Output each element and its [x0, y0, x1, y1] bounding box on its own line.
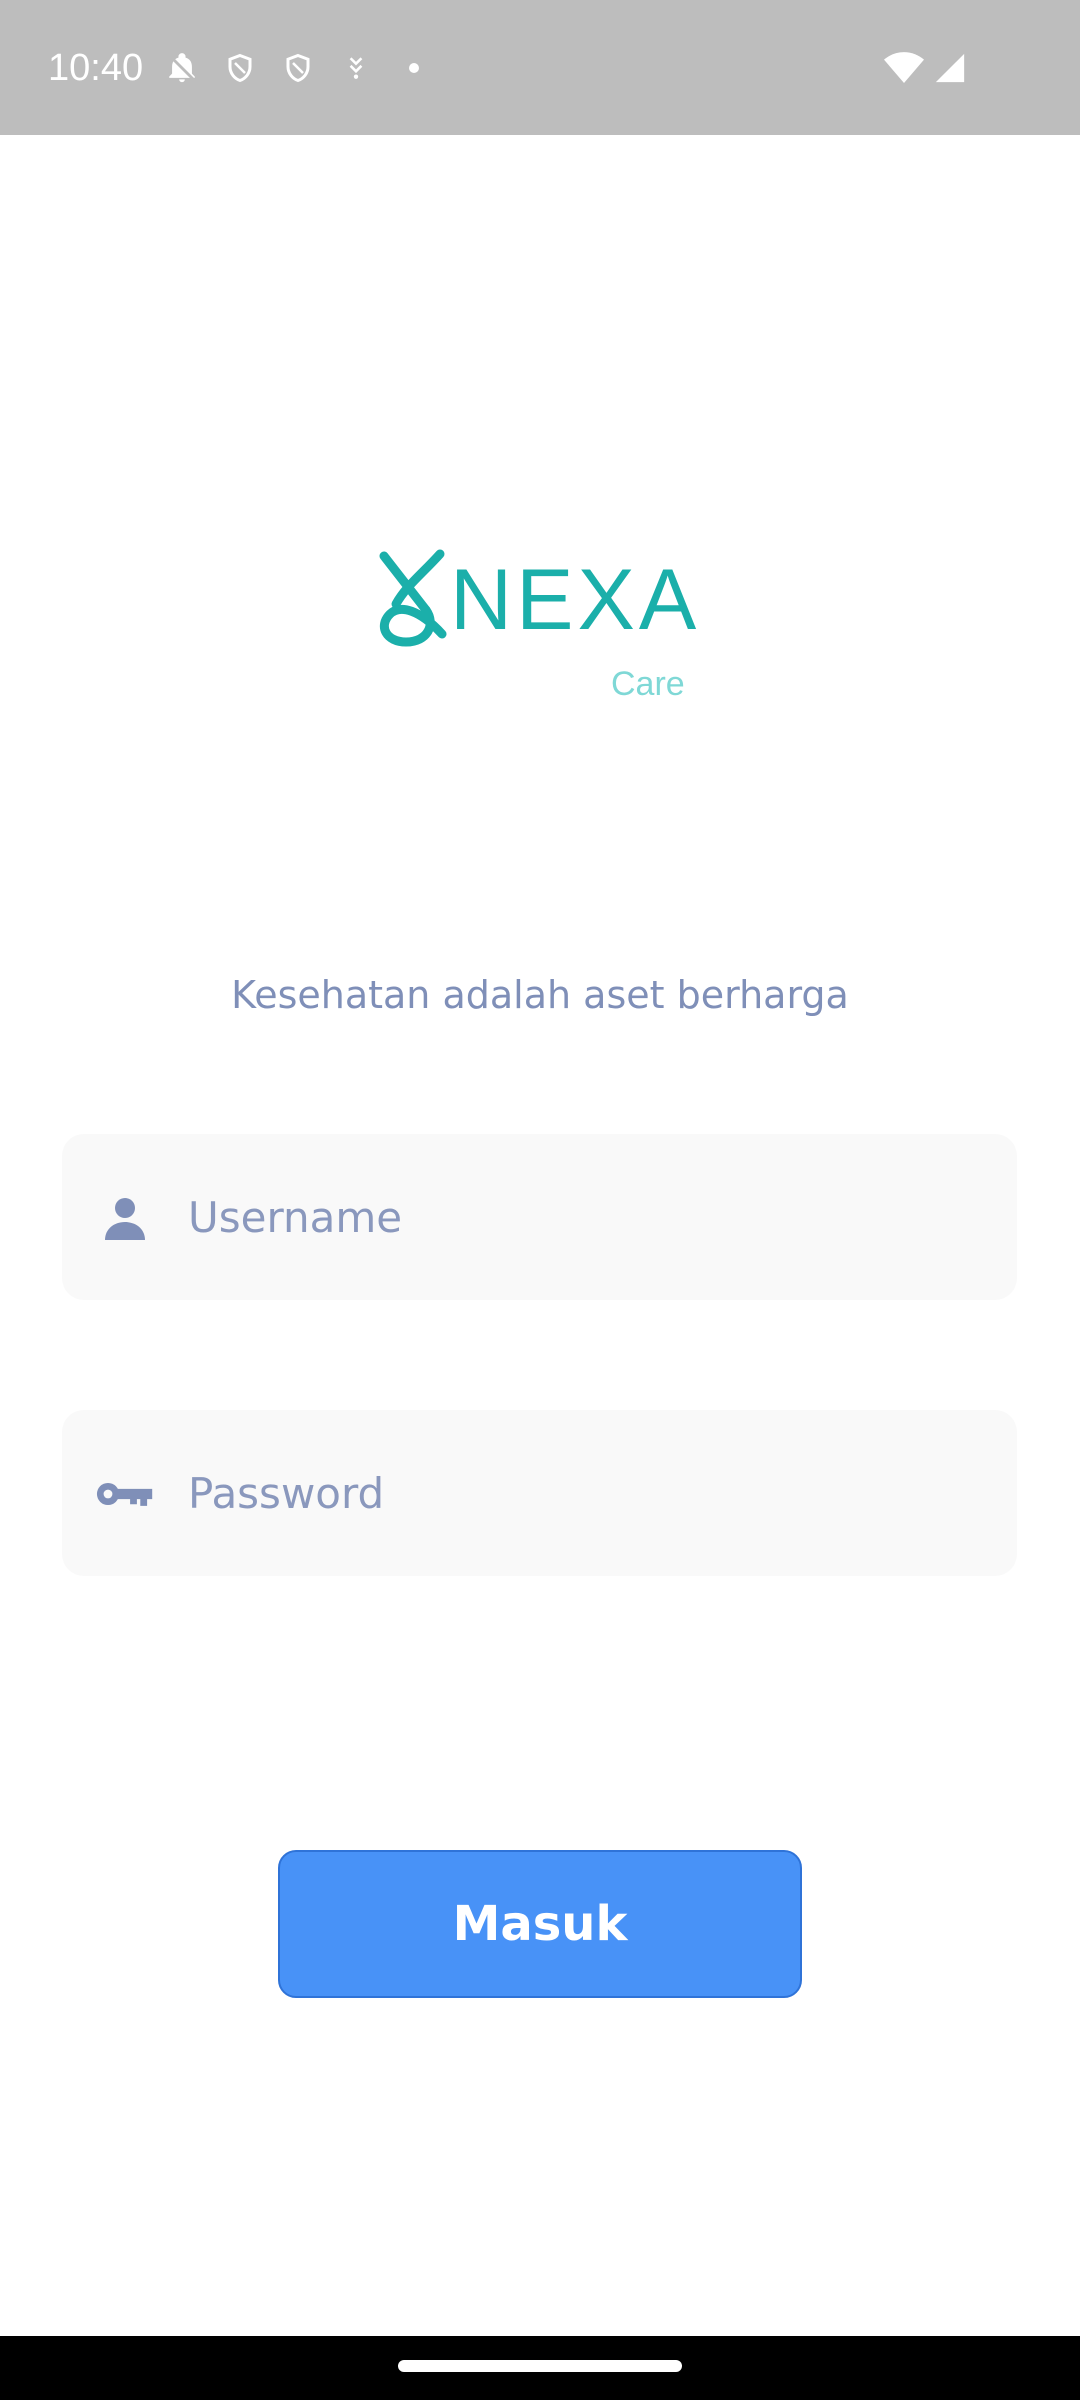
password-input[interactable]	[188, 1453, 978, 1533]
username-field-container	[62, 1134, 1017, 1300]
download-icon	[336, 48, 376, 88]
key-icon	[96, 1465, 154, 1523]
status-time: 10:40	[48, 47, 144, 89]
logo-mark-icon	[379, 549, 447, 647]
dot-icon	[394, 48, 434, 88]
logo-subtitle: Care	[611, 665, 685, 703]
shield-icon	[278, 48, 318, 88]
status-bar: 10:40	[0, 0, 1080, 135]
alarm-icon	[162, 48, 202, 88]
login-button[interactable]: Masuk	[278, 1850, 802, 1998]
signal-icon	[930, 48, 970, 88]
navigation-bar	[0, 2336, 1080, 2400]
app-logo: NEXA Care	[370, 530, 710, 710]
person-icon	[96, 1189, 154, 1247]
shield-icon	[220, 48, 260, 88]
status-icons-left	[162, 48, 452, 88]
logo-wordmark: NEXA	[450, 552, 701, 648]
status-icons-right	[878, 48, 970, 88]
username-input[interactable]	[188, 1177, 978, 1257]
wifi-icon	[884, 48, 924, 88]
tagline: Kesehatan adalah aset berharga	[231, 973, 849, 1017]
password-field-container	[62, 1410, 1017, 1576]
home-handle[interactable]	[398, 2360, 682, 2372]
